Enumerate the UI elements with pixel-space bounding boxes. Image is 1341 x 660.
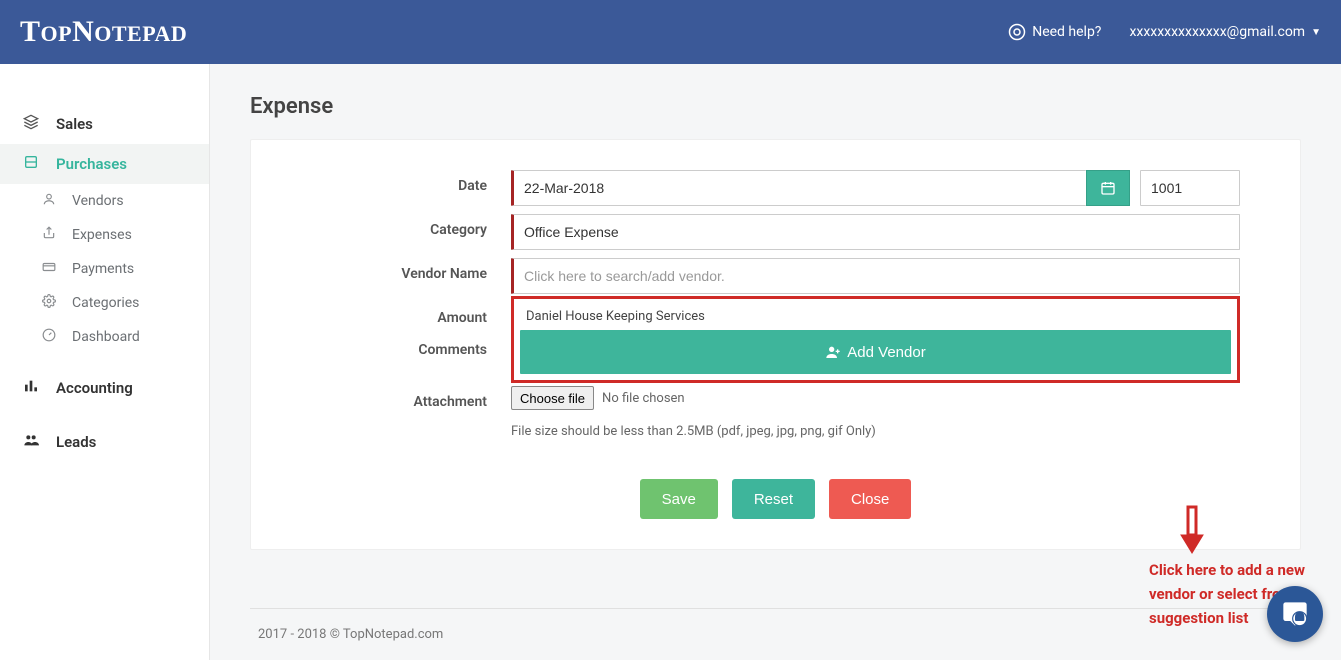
square-icon <box>22 154 40 174</box>
top-bar: TOPNOTEPAD Need help? xxxxxxxxxxxxxx@gma… <box>0 0 1341 64</box>
users-icon <box>22 432 40 452</box>
gauge-icon <box>40 328 58 346</box>
file-status: No file chosen <box>602 391 685 406</box>
save-button[interactable]: Save <box>640 479 718 519</box>
sidebar-item-leads[interactable]: Leads <box>0 422 209 462</box>
help-link[interactable]: Need help? <box>1008 23 1101 41</box>
sidebar-item-sales[interactable]: Sales <box>0 104 209 144</box>
vendor-suggestion-item[interactable]: Daniel House Keeping Services <box>520 303 1231 330</box>
brand-logo: TOPNOTEPAD <box>20 15 187 49</box>
reset-button[interactable]: Reset <box>732 479 815 519</box>
category-input[interactable] <box>511 214 1240 250</box>
choose-file-button[interactable]: Choose file <box>511 386 594 410</box>
layers-icon <box>22 114 40 134</box>
label-amount: Amount <box>311 302 511 326</box>
user-menu[interactable]: xxxxxxxxxxxxxx@gmail.com ▼ <box>1129 24 1321 40</box>
annotation-arrow-icon <box>1179 505 1205 555</box>
vendor-dropdown: Daniel House Keeping Services Add Vendor <box>511 296 1240 383</box>
gear-icon <box>40 294 58 312</box>
file-hint: File size should be less than 2.5MB (pdf… <box>511 424 1240 439</box>
caret-down-icon: ▼ <box>1311 27 1321 38</box>
chat-icon <box>1281 600 1309 628</box>
user-icon <box>40 192 58 210</box>
help-icon <box>1008 23 1026 41</box>
chart-icon <box>22 378 40 398</box>
expense-form: Date Category Vendor <box>250 139 1301 550</box>
date-input[interactable] <box>511 170 1086 206</box>
sidebar-item-categories[interactable]: Categories <box>0 286 209 320</box>
label-date: Date <box>311 170 511 194</box>
chat-widget[interactable] <box>1267 586 1323 642</box>
add-vendor-button[interactable]: Add Vendor <box>520 330 1231 374</box>
vendor-input[interactable] <box>511 258 1240 294</box>
sidebar-label: Purchases <box>56 155 127 173</box>
sidebar-item-purchases[interactable]: Purchases <box>0 144 209 184</box>
sidebar-item-payments[interactable]: Payments <box>0 252 209 286</box>
share-icon <box>40 226 58 244</box>
label-comments: Comments <box>311 334 511 358</box>
sidebar-sub-label: Vendors <box>72 193 124 209</box>
sidebar-item-expenses[interactable]: Expenses <box>0 218 209 252</box>
sidebar-label: Accounting <box>56 379 133 397</box>
sidebar-sub-label: Expenses <box>72 227 132 243</box>
add-vendor-label: Add Vendor <box>847 344 925 361</box>
sidebar-item-dashboard[interactable]: Dashboard <box>0 320 209 354</box>
help-label: Need help? <box>1032 24 1101 40</box>
label-attachment: Attachment <box>311 386 511 410</box>
calendar-icon <box>1100 180 1116 196</box>
sidebar-sub-label: Dashboard <box>72 329 140 345</box>
footer-copyright: 2017 - 2018 © TopNotepad.com <box>250 608 1301 660</box>
sidebar-label: Leads <box>56 433 96 451</box>
sidebar-item-accounting[interactable]: Accounting <box>0 368 209 408</box>
page-title: Expense <box>250 94 1301 119</box>
user-email: xxxxxxxxxxxxxx@gmail.com <box>1129 24 1305 40</box>
sidebar-sub-label: Payments <box>72 261 134 277</box>
card-icon <box>40 260 58 278</box>
sidebar: Sales Purchases Vendors Expenses Payment… <box>0 64 210 660</box>
sidebar-item-vendors[interactable]: Vendors <box>0 184 209 218</box>
person-plus-icon <box>825 344 841 360</box>
label-vendor: Vendor Name <box>311 258 511 282</box>
label-category: Category <box>311 214 511 238</box>
datepicker-button[interactable] <box>1086 170 1130 206</box>
number-input[interactable] <box>1140 170 1240 206</box>
sidebar-sub-label: Categories <box>72 295 139 311</box>
close-button[interactable]: Close <box>829 479 911 519</box>
sidebar-label: Sales <box>56 115 93 133</box>
